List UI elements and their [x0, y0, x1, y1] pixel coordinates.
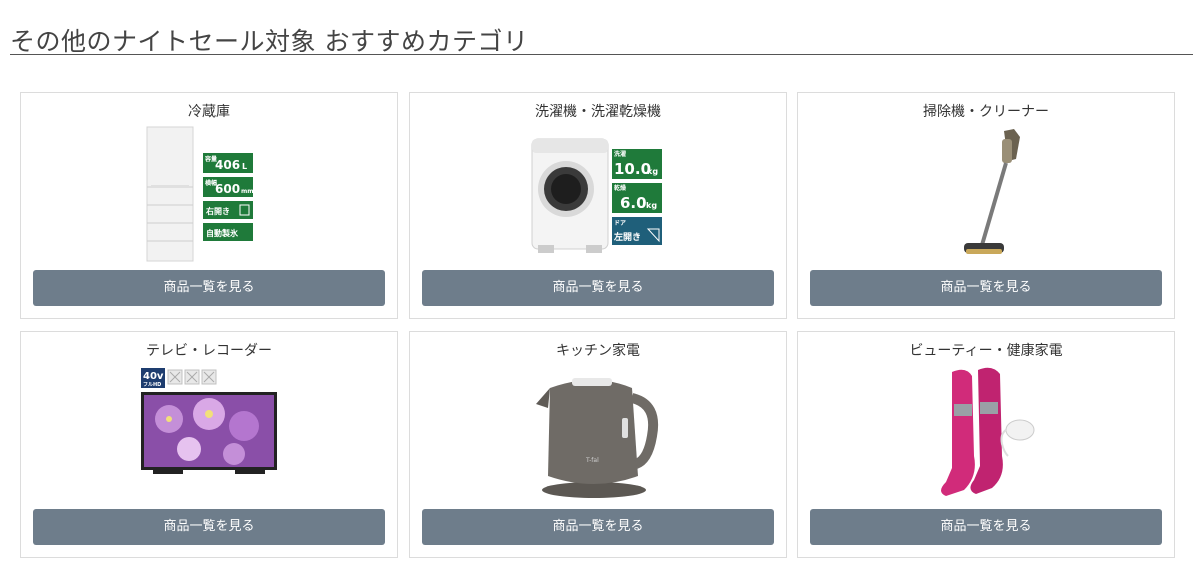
svg-text:フルHD: フルHD — [143, 382, 161, 388]
svg-text:kg: kg — [647, 167, 658, 176]
svg-text:洗濯: 洗濯 — [614, 150, 626, 158]
svg-text:右開き: 右開き — [205, 206, 230, 216]
view-products-button[interactable]: 商品一覧を見る — [422, 509, 774, 545]
svg-text:T-fal: T-fal — [585, 457, 599, 464]
view-products-button[interactable]: 商品一覧を見る — [422, 270, 774, 306]
svg-text:L: L — [242, 162, 247, 171]
category-title: テレビ・レコーダー — [146, 343, 272, 359]
category-card-refrigerator[interactable]: 冷蔵庫 容量 406 L 横幅 600 mm 右開き 自動製氷 商品一覧を見る — [20, 92, 398, 319]
category-card-vacuum[interactable]: 掃除機・クリーナー 商品一覧を見る — [797, 92, 1175, 319]
svg-text:406: 406 — [215, 158, 240, 172]
svg-text:左開き: 左開き — [613, 231, 641, 243]
svg-text:40v: 40v — [143, 371, 164, 382]
section-title: その他のナイトセール対象 おすすめカテゴリ — [10, 27, 529, 56]
category-title: キッチン家電 — [556, 343, 640, 359]
svg-text:ドア: ドア — [614, 220, 626, 227]
title-divider — [10, 54, 1193, 55]
svg-text:kg: kg — [646, 201, 657, 210]
category-title: ビューティー・健康家電 — [909, 343, 1063, 359]
svg-text:600: 600 — [215, 182, 240, 196]
svg-text:10.0: 10.0 — [614, 160, 651, 178]
view-products-button[interactable]: 商品一覧を見る — [33, 270, 385, 306]
category-card-washing-machine[interactable]: 洗濯機・洗濯乾燥機 洗濯 10.0 kg 乾燥 6.0 kg ドア 左開き 商品… — [409, 92, 787, 319]
svg-text:乾燥: 乾燥 — [614, 184, 627, 192]
svg-text:自動製氷: 自動製氷 — [206, 228, 239, 238]
stick-vacuum-image[interactable] — [798, 125, 1174, 265]
washing-machine-image[interactable]: 洗濯 10.0 kg 乾燥 6.0 kg ドア 左開き — [410, 125, 786, 265]
category-title: 洗濯機・洗濯乾燥機 — [535, 104, 661, 120]
category-title: 冷蔵庫 — [188, 104, 230, 120]
category-title: 掃除機・クリーナー — [923, 104, 1049, 120]
view-products-button[interactable]: 商品一覧を見る — [33, 509, 385, 545]
view-products-button[interactable]: 商品一覧を見る — [810, 270, 1162, 306]
leg-massager-image[interactable] — [798, 364, 1174, 504]
electric-kettle-image[interactable]: T-fal — [410, 364, 786, 504]
category-card-kitchen[interactable]: キッチン家電 T-fal 商品一覧を見る — [409, 331, 787, 558]
svg-text:mm: mm — [241, 188, 254, 195]
category-card-television[interactable]: テレビ・レコーダー 40v フルHD 商品一覧を見る — [20, 331, 398, 558]
svg-text:6.0: 6.0 — [620, 194, 647, 212]
refrigerator-image[interactable]: 容量 406 L 横幅 600 mm 右開き 自動製氷 — [21, 125, 397, 265]
television-image[interactable]: 40v フルHD — [21, 364, 397, 504]
category-card-beauty-health[interactable]: ビューティー・健康家電 商品一覧を見る — [797, 331, 1175, 558]
view-products-button[interactable]: 商品一覧を見る — [810, 509, 1162, 545]
